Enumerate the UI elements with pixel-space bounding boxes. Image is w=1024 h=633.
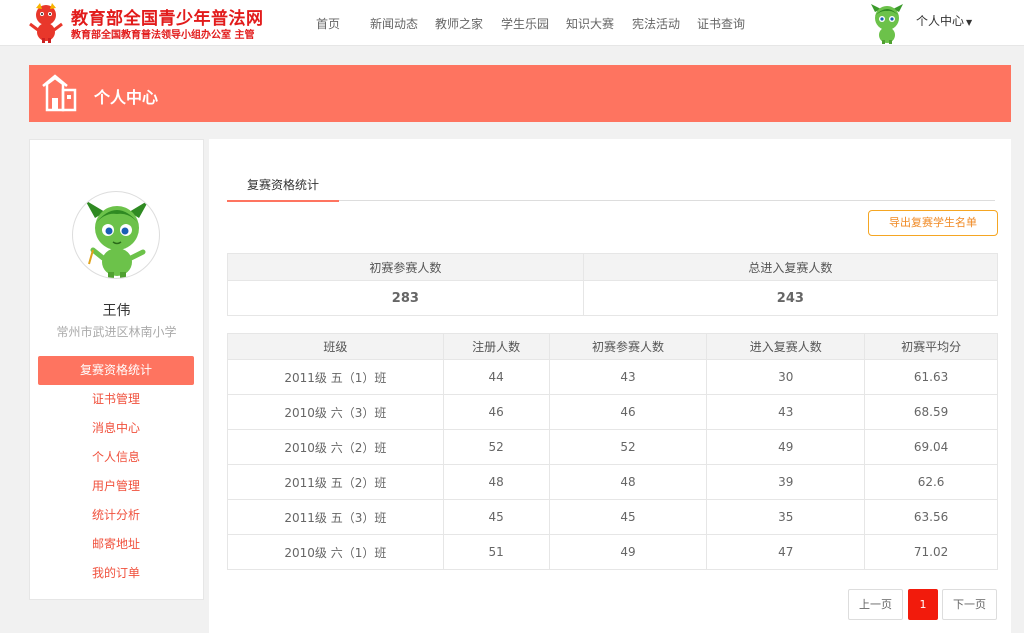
summary-header-advanced: 总进入复赛人数 [582, 253, 999, 281]
cell-class: 2011级 五（1）班 [227, 359, 444, 395]
cell-average: 63.56 [864, 499, 998, 535]
summary-table: 初赛参赛人数 总进入复赛人数 283 243 [227, 253, 999, 316]
nav-news[interactable]: 新闻动态 [370, 15, 435, 32]
tab-qualification-stats[interactable]: 复赛资格统计 [227, 170, 339, 202]
cell-advanced: 35 [706, 499, 866, 535]
table-header-row: 班级 注册人数 初赛参赛人数 进入复赛人数 初赛平均分 [227, 333, 998, 360]
cell-preliminary: 49 [548, 534, 708, 570]
table-row: 2010级 六（2）班 52 52 49 69.04 [227, 429, 998, 465]
prev-page-button[interactable]: 上一页 [848, 589, 903, 620]
sidebar-menu: 复赛资格统计 证书管理 消息中心 个人信息 用户管理 统计分析 邮寄地址 我的订… [38, 356, 194, 588]
sidebar-item-my-orders[interactable]: 我的订单 [38, 559, 194, 588]
table-row: 2011级 五（2）班 48 48 39 62.6 [227, 464, 998, 500]
cell-preliminary: 43 [548, 359, 708, 395]
nav-students[interactable]: 学生乐园 [501, 15, 566, 32]
table-row: 2011级 五（1）班 44 43 30 61.63 [227, 359, 998, 395]
sidebar-item-messages[interactable]: 消息中心 [38, 414, 194, 443]
house-icon [42, 74, 77, 112]
cell-advanced: 30 [706, 359, 866, 395]
tab-divider [227, 200, 995, 201]
profile-name: 王伟 [102, 303, 131, 319]
nav-home[interactable]: 首页 [316, 15, 370, 32]
column-header-registered: 注册人数 [442, 333, 550, 360]
table-row: 2010级 六（3）班 46 46 43 68.59 [227, 394, 998, 430]
column-header-advanced: 进入复赛人数 [706, 333, 866, 360]
sidebar-item-qualification-stats[interactable]: 复赛资格统计 [38, 356, 194, 385]
user-center-label: 个人中心 [916, 14, 965, 28]
export-button[interactable]: 导出复赛学生名单 [868, 210, 998, 236]
nav-teachers[interactable]: 教师之家 [435, 15, 501, 32]
cell-average: 69.04 [864, 429, 998, 465]
cell-average: 61.63 [864, 359, 998, 395]
cell-registered: 52 [442, 429, 550, 465]
top-bar: 教育部全国青少年普法网 教育部全国教育普法领导小组办公室 主管 首页 新闻动态 … [0, 0, 1024, 46]
cell-registered: 48 [442, 464, 550, 500]
column-header-class: 班级 [227, 333, 444, 360]
cell-registered: 45 [442, 499, 550, 535]
mascot-logo-icon[interactable] [26, 2, 66, 44]
dragon-mascot-avatar [85, 200, 149, 278]
page-title: 个人中心 [94, 88, 159, 107]
class-table: 班级 注册人数 初赛参赛人数 进入复赛人数 初赛平均分 2011级 五（1）班 … [227, 333, 998, 570]
sidebar-item-certificates[interactable]: 证书管理 [38, 385, 194, 414]
cell-registered: 51 [442, 534, 550, 570]
sidebar-item-mailing-address[interactable]: 邮寄地址 [38, 530, 194, 559]
table-row: 2010级 六（1）班 51 49 47 71.02 [227, 534, 998, 570]
sidebar-item-statistics[interactable]: 统计分析 [38, 501, 194, 530]
column-header-preliminary: 初赛参赛人数 [548, 333, 708, 360]
cell-advanced: 39 [706, 464, 866, 500]
sidebar-item-personal-info[interactable]: 个人信息 [38, 443, 194, 472]
cell-registered: 44 [442, 359, 550, 395]
cell-class: 2010级 六（2）班 [227, 429, 444, 465]
cell-class: 2010级 六（1）班 [227, 534, 444, 570]
cell-registered: 46 [442, 394, 550, 430]
cell-preliminary: 48 [548, 464, 708, 500]
cell-preliminary: 45 [548, 499, 708, 535]
site-subtitle: 教育部全国教育普法领导小组办公室 主管 [71, 30, 255, 41]
cell-advanced: 47 [706, 534, 866, 570]
user-avatar-small[interactable] [869, 2, 905, 44]
page-banner [29, 65, 1011, 122]
cell-average: 62.6 [864, 464, 998, 500]
sidebar-item-user-management[interactable]: 用户管理 [38, 472, 194, 501]
user-center-dropdown[interactable]: 个人中心 ▼ [916, 12, 972, 29]
main-nav: 首页 新闻动态 教师之家 学生乐园 知识大赛 宪法活动 证书查询 [316, 15, 757, 32]
cell-class: 2010级 六（3）班 [227, 394, 444, 430]
table-row: 2011级 五（3）班 45 45 35 63.56 [227, 499, 998, 535]
nav-contest[interactable]: 知识大赛 [566, 15, 632, 32]
summary-value-preliminary: 283 [227, 280, 584, 316]
next-page-button[interactable]: 下一页 [942, 589, 997, 620]
cell-class: 2011级 五（2）班 [227, 464, 444, 500]
cell-advanced: 43 [706, 394, 866, 430]
summary-value-advanced: 243 [582, 280, 999, 316]
page-number-current[interactable]: 1 [908, 589, 938, 620]
summary-header-preliminary: 初赛参赛人数 [227, 253, 584, 281]
cell-average: 71.02 [864, 534, 998, 570]
summary-value-row: 283 243 [227, 280, 999, 316]
nav-constitution[interactable]: 宪法活动 [632, 15, 697, 32]
cell-average: 68.59 [864, 394, 998, 430]
profile-school: 常州市武进区林南小学 [56, 325, 177, 339]
summary-header-row: 初赛参赛人数 总进入复赛人数 [227, 253, 999, 281]
cell-preliminary: 46 [548, 394, 708, 430]
column-header-average: 初赛平均分 [864, 333, 998, 360]
cell-class: 2011级 五（3）班 [227, 499, 444, 535]
avatar [72, 191, 160, 279]
cell-preliminary: 52 [548, 429, 708, 465]
chevron-down-icon: ▼ [966, 18, 973, 27]
nav-certificate[interactable]: 证书查询 [697, 15, 757, 32]
cell-advanced: 49 [706, 429, 866, 465]
